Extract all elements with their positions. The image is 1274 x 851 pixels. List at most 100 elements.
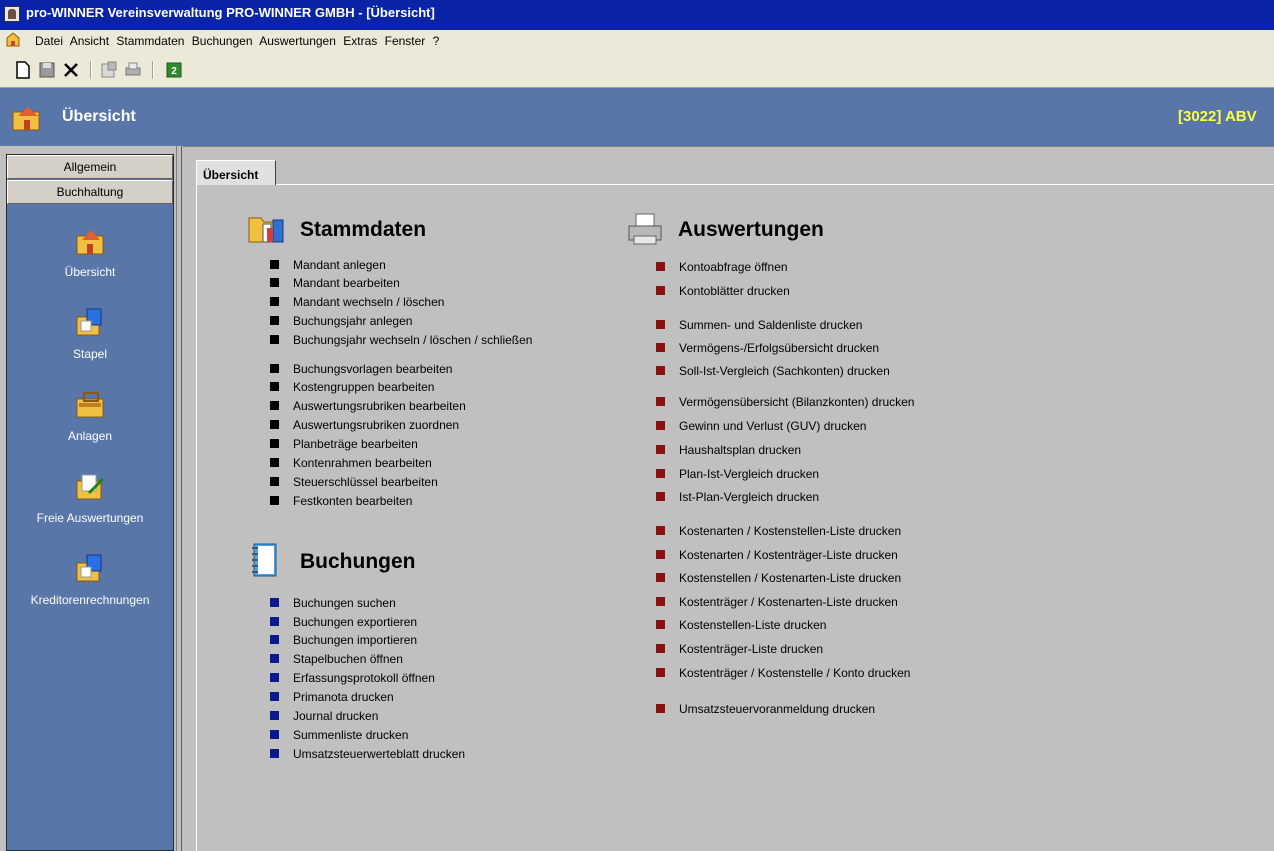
list-item-label[interactable]: Umsatzsteuervoranmeldung drucken — [679, 702, 875, 716]
list-item-label[interactable]: Buchungen suchen — [293, 596, 396, 610]
sidebar-button-buchhaltung[interactable]: Buchhaltung — [7, 180, 173, 204]
list-item[interactable]: Mandant wechseln / löschen — [270, 295, 444, 309]
list-item[interactable]: Stapelbuchen öffnen — [270, 652, 403, 666]
new-document-icon[interactable] — [14, 61, 32, 79]
list-item[interactable]: Kostenträger / Kostenstelle / Konto druc… — [656, 666, 910, 680]
delete-icon[interactable] — [62, 61, 80, 79]
print-icon[interactable] — [124, 61, 142, 79]
list-item-label[interactable]: Mandant anlegen — [293, 258, 386, 272]
splitter[interactable] — [176, 146, 182, 851]
tab-uebersicht[interactable]: Übersicht — [196, 160, 276, 185]
list-item-label[interactable]: Kostenträger / Kostenstelle / Konto druc… — [679, 666, 910, 680]
list-item-label[interactable]: Gewinn und Verlust (GUV) drucken — [679, 419, 866, 433]
list-item-label[interactable]: Summen- und Saldenliste drucken — [679, 318, 862, 332]
list-item[interactable]: Summenliste drucken — [270, 728, 408, 742]
child-window-icon[interactable] — [5, 32, 21, 48]
list-item-label[interactable]: Plan-Ist-Vergleich drucken — [679, 467, 819, 481]
list-item-label[interactable]: Stapelbuchen öffnen — [293, 652, 403, 666]
list-item-label[interactable]: Planbeträge bearbeiten — [293, 437, 418, 451]
list-item[interactable]: Festkonten bearbeiten — [270, 494, 412, 508]
list-item-label[interactable]: Vermögens-/Erfolgsübersicht drucken — [679, 341, 879, 355]
list-item[interactable]: Kostenarten / Kostenträger-Liste drucken — [656, 548, 898, 562]
list-item-label[interactable]: Buchungsvorlagen bearbeiten — [293, 362, 452, 376]
sidebar-item-anlagen[interactable]: Anlagen — [7, 387, 173, 443]
list-item[interactable]: Primanota drucken — [270, 690, 394, 704]
menu-fenster[interactable]: Fenster — [385, 34, 426, 48]
properties-icon[interactable] — [100, 61, 118, 79]
list-item[interactable]: Kostenarten / Kostenstellen-Liste drucke… — [656, 524, 901, 538]
list-item-label[interactable]: Summenliste drucken — [293, 728, 408, 742]
list-item[interactable]: Mandant bearbeiten — [270, 276, 400, 290]
list-item-label[interactable]: Haushaltsplan drucken — [679, 443, 801, 457]
list-item-label[interactable]: Steuerschlüssel bearbeiten — [293, 475, 438, 489]
list-item[interactable]: Mandant anlegen — [270, 258, 386, 272]
list-item[interactable]: Buchungen exportieren — [270, 615, 417, 629]
list-item[interactable]: Journal drucken — [270, 709, 378, 723]
list-item-label[interactable]: Kontoblätter drucken — [679, 284, 790, 298]
list-item[interactable]: Umsatzsteuerwerteblatt drucken — [270, 747, 465, 761]
menu-buchungen[interactable]: Buchungen — [192, 34, 253, 48]
list-item[interactable]: Gewinn und Verlust (GUV) drucken — [656, 419, 866, 433]
list-item[interactable]: Kostenträger / Kostenarten-Liste drucken — [656, 595, 898, 609]
menu-datei[interactable]: Datei — [35, 34, 63, 48]
list-item-label[interactable]: Buchungsjahr anlegen — [293, 314, 412, 328]
sidebar-button-allgemein[interactable]: Allgemein — [7, 155, 173, 179]
list-item[interactable]: Kontenrahmen bearbeiten — [270, 456, 432, 470]
list-item[interactable]: Kostenstellen-Liste drucken — [656, 618, 826, 632]
list-item-label[interactable]: Mandant wechseln / löschen — [293, 295, 444, 309]
save-icon[interactable] — [38, 61, 56, 79]
list-item-label[interactable]: Kontenrahmen bearbeiten — [293, 456, 432, 470]
list-item-label[interactable]: Kostenarten / Kostenstellen-Liste drucke… — [679, 524, 901, 538]
list-item[interactable]: Kontoabfrage öffnen — [656, 260, 788, 274]
list-item[interactable]: Buchungen suchen — [270, 596, 396, 610]
list-item[interactable]: Kostenträger-Liste drucken — [656, 642, 823, 656]
list-item-label[interactable]: Kostenstellen / Kostenarten-Liste drucke… — [679, 571, 901, 585]
list-item-label[interactable]: Mandant bearbeiten — [293, 276, 400, 290]
list-item-label[interactable]: Journal drucken — [293, 709, 378, 723]
list-item-label[interactable]: Kostenträger / Kostenarten-Liste drucken — [679, 595, 898, 609]
list-item[interactable]: Vermögensübersicht (Bilanzkonten) drucke… — [656, 395, 914, 409]
menu-stammdaten[interactable]: Stammdaten — [116, 34, 184, 48]
list-item-label[interactable]: Buchungen exportieren — [293, 615, 417, 629]
sidebar-item-kreditorenrechnungen[interactable]: Kreditorenrechnungen — [7, 551, 173, 607]
list-item-label[interactable]: Auswertungsrubriken zuordnen — [293, 418, 459, 432]
list-item-label[interactable]: Umsatzsteuerwerteblatt drucken — [293, 747, 465, 761]
list-item-label[interactable]: Soll-Ist-Vergleich (Sachkonten) drucken — [679, 364, 890, 378]
list-item-label[interactable]: Kostenträger-Liste drucken — [679, 642, 823, 656]
list-item[interactable]: Soll-Ist-Vergleich (Sachkonten) drucken — [656, 364, 890, 378]
list-item[interactable]: Erfassungsprotokoll öffnen — [270, 671, 435, 685]
list-item[interactable]: Buchungen importieren — [270, 633, 417, 647]
sidebar-item-uebersicht[interactable]: Übersicht — [7, 223, 173, 279]
list-item[interactable]: Kostengruppen bearbeiten — [270, 380, 434, 394]
sidebar-item-stapel[interactable]: Stapel — [7, 305, 173, 361]
list-item-label[interactable]: Auswertungsrubriken bearbeiten — [293, 399, 466, 413]
list-item[interactable]: Buchungsvorlagen bearbeiten — [270, 362, 452, 376]
list-item-label[interactable]: Buchungen importieren — [293, 633, 417, 647]
refresh-icon[interactable]: 2 — [165, 61, 183, 79]
list-item[interactable]: Plan-Ist-Vergleich drucken — [656, 467, 819, 481]
list-item[interactable]: Vermögens-/Erfolgsübersicht drucken — [656, 341, 879, 355]
list-item[interactable]: Buchungsjahr anlegen — [270, 314, 412, 328]
list-item[interactable]: Auswertungsrubriken bearbeiten — [270, 399, 466, 413]
list-item-label[interactable]: Erfassungsprotokoll öffnen — [293, 671, 435, 685]
menu-auswertungen[interactable]: Auswertungen — [259, 34, 336, 48]
list-item[interactable]: Buchungsjahr wechseln / löschen / schlie… — [270, 333, 532, 347]
list-item-label[interactable]: Kostengruppen bearbeiten — [293, 380, 434, 394]
list-item[interactable]: Auswertungsrubriken zuordnen — [270, 418, 459, 432]
list-item-label[interactable]: Primanota drucken — [293, 690, 394, 704]
menu-ansicht[interactable]: Ansicht — [70, 34, 109, 48]
list-item[interactable]: Haushaltsplan drucken — [656, 443, 801, 457]
list-item-label[interactable]: Kontoabfrage öffnen — [679, 260, 788, 274]
list-item[interactable]: Kostenstellen / Kostenarten-Liste drucke… — [656, 571, 901, 585]
list-item[interactable]: Kontoblätter drucken — [656, 284, 790, 298]
list-item-label[interactable]: Kostenarten / Kostenträger-Liste drucken — [679, 548, 898, 562]
list-item-label[interactable]: Vermögensübersicht (Bilanzkonten) drucke… — [679, 395, 914, 409]
menu-extras[interactable]: Extras — [343, 34, 377, 48]
list-item[interactable]: Umsatzsteuervoranmeldung drucken — [656, 702, 875, 716]
list-item[interactable]: Steuerschlüssel bearbeiten — [270, 475, 438, 489]
app-icon[interactable] — [4, 6, 20, 22]
list-item-label[interactable]: Ist-Plan-Vergleich drucken — [679, 490, 819, 504]
list-item-label[interactable]: Kostenstellen-Liste drucken — [679, 618, 826, 632]
list-item[interactable]: Ist-Plan-Vergleich drucken — [656, 490, 819, 504]
sidebar-item-freie-auswertungen[interactable]: Freie Auswertungen — [7, 469, 173, 525]
